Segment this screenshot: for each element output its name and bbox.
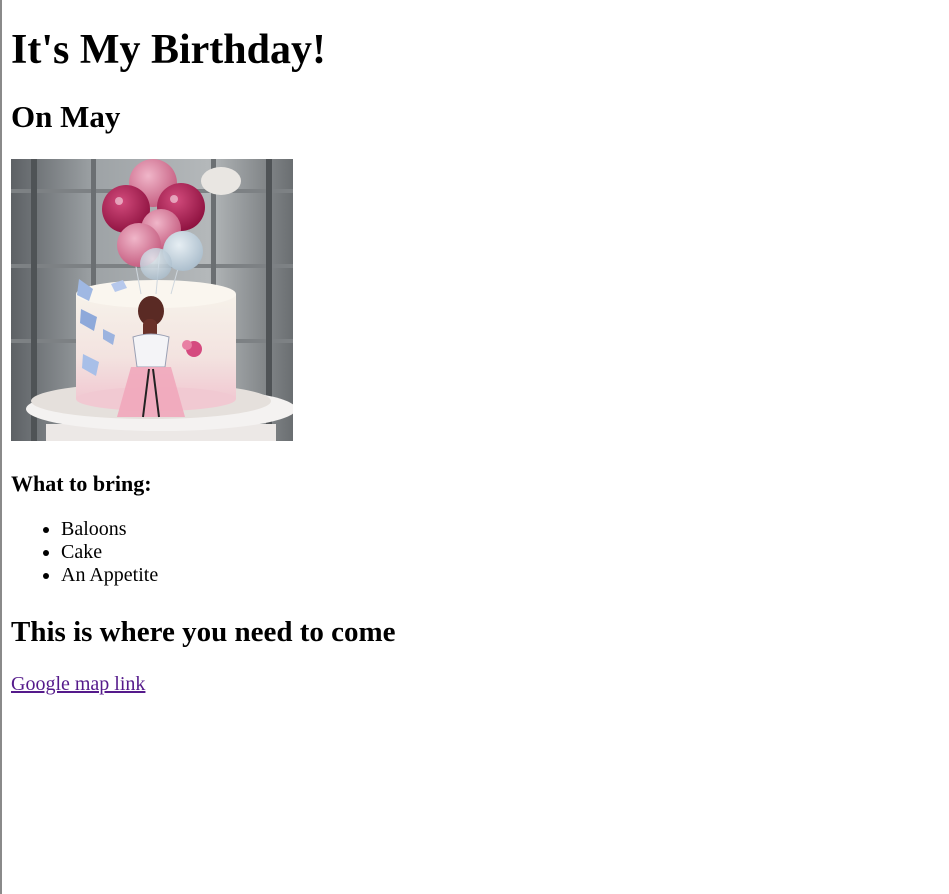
location-heading: This is where you need to come — [11, 616, 396, 648]
list-item: Baloons — [61, 518, 158, 541]
event-date: On May — [11, 99, 121, 134]
list-item: An Appetite — [61, 564, 158, 587]
list-item: Cake — [61, 541, 158, 564]
google-map-link[interactable]: Google map link — [11, 672, 145, 696]
bring-list: Baloons Cake An Appetite — [11, 518, 158, 587]
bring-heading: What to bring: — [11, 471, 152, 496]
page-title: It's My Birthday! — [11, 27, 326, 73]
cake-image — [11, 159, 293, 441]
